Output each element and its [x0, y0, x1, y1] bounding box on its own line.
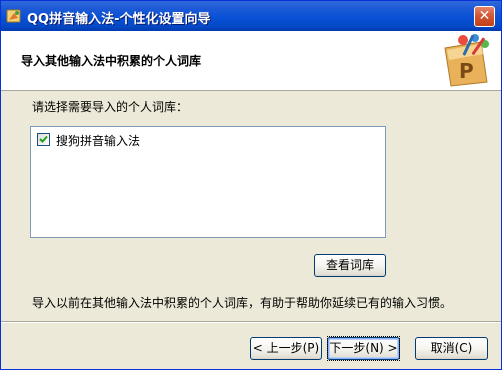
dictionary-list[interactable]: 搜狗拼音输入法	[30, 126, 386, 238]
cancel-button-label: 取消(C)	[430, 341, 473, 355]
view-dictionary-button-label: 查看词库	[325, 258, 374, 272]
list-item-label: 搜狗拼音输入法	[56, 134, 141, 148]
back-button[interactable]: < 上一步(P)	[250, 337, 322, 360]
close-icon: ✕	[478, 8, 491, 24]
next-button-label: 下一步(N) >	[327, 336, 400, 361]
footer-divider	[1, 321, 501, 323]
view-dictionary-button[interactable]: 查看词库	[314, 254, 386, 277]
next-button[interactable]: 下一步(N) >	[327, 336, 400, 361]
page-title: 导入其他输入法中积累的个人词库	[21, 54, 202, 68]
list-item-checkbox[interactable]	[37, 133, 50, 146]
title-bar[interactable]: QQ拼音输入法-个性化设置向导 ✕	[1, 1, 501, 31]
check-icon	[39, 135, 48, 143]
close-button[interactable]: ✕	[474, 6, 495, 27]
import-info-text: 导入以前在其他输入法中积累的个人词库，有助于帮助你延续已有的输入习惯。	[32, 296, 453, 310]
cancel-button[interactable]: 取消(C)	[415, 337, 488, 360]
app-icon	[6, 9, 21, 23]
wizard-header: 导入其他输入法中积累的个人词库 P	[1, 31, 501, 91]
qq-pinyin-logo-icon: P	[444, 34, 489, 87]
back-button-label: < 上一步(P)	[252, 341, 320, 355]
wizard-window: QQ拼音输入法-个性化设置向导 ✕ 导入其他输入法中积累的个人词库 P 请选择需…	[0, 0, 502, 370]
dictionary-prompt: 请选择需要导入的个人词库：	[32, 100, 189, 114]
window-title: QQ拼音输入法-个性化设置向导	[27, 12, 211, 27]
svg-text:P: P	[459, 59, 474, 83]
